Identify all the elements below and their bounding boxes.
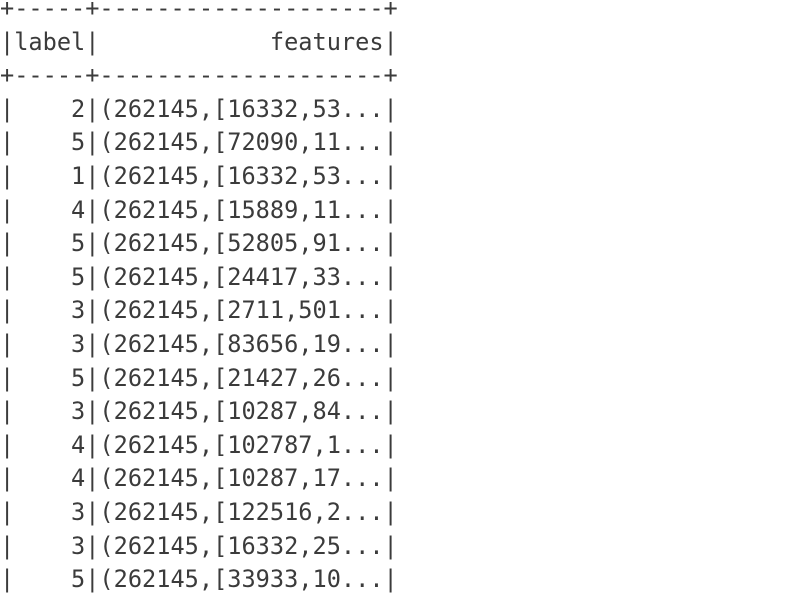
table-border-separator: +-----+--------------------+ [0,61,398,90]
table-row: | 4|(262145,[10287,17...| [0,464,398,493]
table-row: | 5|(262145,[52805,91...| [0,229,398,258]
table-row: | 3|(262145,[2711,501...| [0,296,398,325]
dataframe-show-output: +-----+--------------------+ |label| feat… [0,0,398,597]
table-row: | 4|(262145,[102787,1...| [0,430,398,459]
table-row: | 5|(262145,[33933,10...| [0,565,398,594]
table-row: | 5|(262145,[72090,11...| [0,128,398,157]
table-row: | 4|(262145,[15889,11...| [0,195,398,224]
table-row: | 3|(262145,[10287,84...| [0,397,398,426]
table-row: | 5|(262145,[24417,33...| [0,262,398,291]
table-row: | 5|(262145,[21427,26...| [0,363,398,392]
table-row: | 3|(262145,[16332,25...| [0,531,398,560]
table-row: | 3|(262145,[122516,2...| [0,497,398,526]
table-row: | 1|(262145,[16332,53...| [0,161,398,190]
table-header-row: |label| features| [0,27,398,56]
table-row: | 3|(262145,[83656,19...| [0,329,398,358]
table-border-top: +-----+--------------------+ [0,0,398,22]
table-row: | 2|(262145,[16332,53...| [0,94,398,123]
